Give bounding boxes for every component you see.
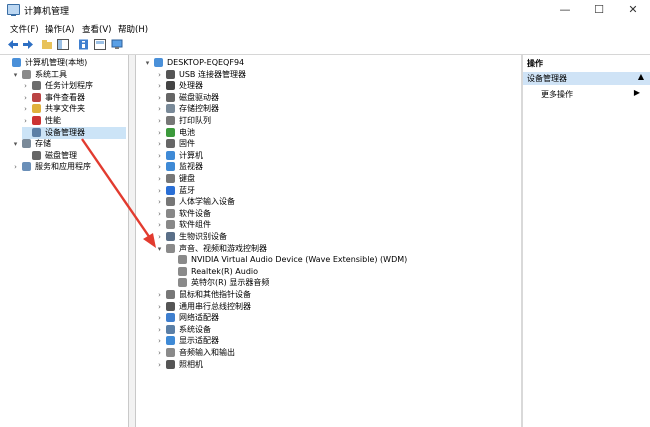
- annotation-arrow: [81, 138, 156, 248]
